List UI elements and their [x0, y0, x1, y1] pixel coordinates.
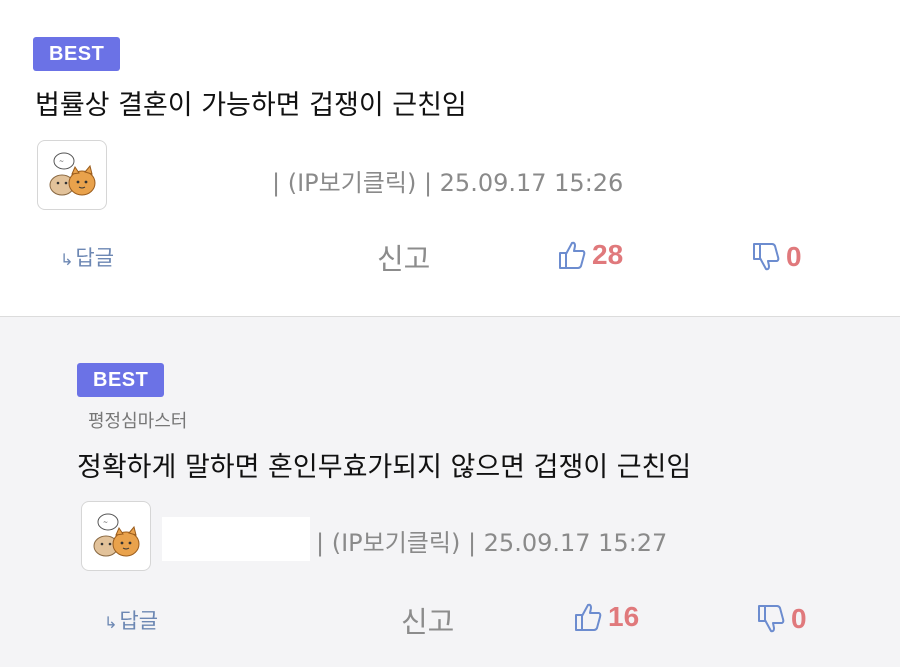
reply-button[interactable]: ↳답글 [60, 242, 114, 272]
like-count: 16 [608, 601, 640, 632]
report-button[interactable]: 신고 [401, 599, 454, 641]
comment-text: 법률상 결혼이 가능하면 겁쟁이 근친임 [35, 90, 467, 121]
like-button[interactable]: 16 [573, 601, 639, 633]
dislike-button[interactable]: 0 [756, 603, 807, 635]
reply-arrow-icon: ↳ [104, 613, 118, 632]
comment-meta: | (IP보기클릭) | 25.09.17 15:27 [316, 529, 668, 557]
thumbs-up-icon [559, 241, 586, 269]
svg-text:~: ~ [103, 519, 108, 526]
comment-meta: | (IP보기클릭) | 25.09.17 15:26 [272, 169, 624, 197]
best-badge: BEST [33, 37, 121, 71]
dislike-button[interactable]: 0 [751, 241, 802, 273]
svg-text:~: ~ [59, 158, 64, 165]
dislike-count: 0 [791, 603, 807, 634]
nickname[interactable]: 평정심마스터 [88, 407, 187, 433]
report-button[interactable]: 신고 [377, 236, 430, 278]
comment-text: 정확하게 말하면 혼인무효가되지 않으면 겁쟁이 근친임 [77, 452, 692, 483]
reply-label: 답글 [119, 609, 159, 633]
comment-best-1: BEST 법률상 결혼이 가능하면 겁쟁이 근친임 ~ | (IP보기클릭) |… [0, 0, 900, 316]
thumbs-up-icon [575, 603, 602, 631]
cat-sticker-avatar-icon[interactable]: ~ [81, 501, 151, 571]
reply-button[interactable]: ↳답글 [104, 605, 158, 635]
thumbs-down-icon [753, 243, 780, 271]
comment-best-2: BEST 평정심마스터 정확하게 말하면 혼인무효가되지 않으면 겁쟁이 근친임… [0, 317, 900, 667]
nickname-hidden-box [162, 517, 310, 561]
thumbs-down-icon [758, 605, 785, 633]
cat-sticker-avatar-icon[interactable]: ~ [37, 140, 107, 210]
best-badge: BEST [77, 363, 165, 397]
reply-arrow-icon: ↳ [60, 250, 74, 269]
like-count: 28 [592, 239, 624, 270]
like-button[interactable]: 28 [557, 239, 623, 271]
dislike-count: 0 [786, 241, 802, 272]
reply-label: 답글 [75, 246, 115, 270]
